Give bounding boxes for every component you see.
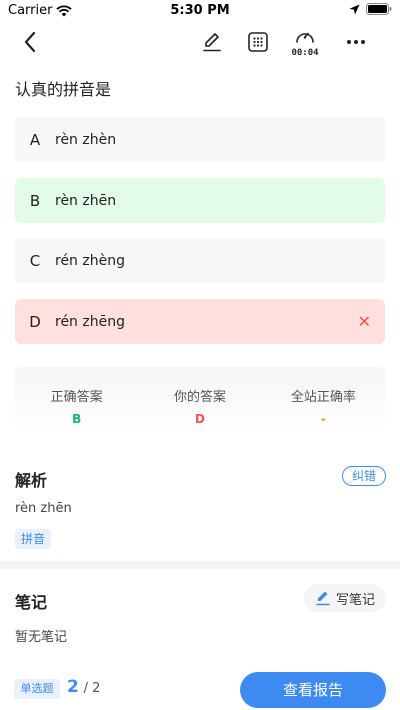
report-error-button[interactable]: 纠错	[342, 466, 386, 486]
stat-label: 正确答案	[50, 390, 103, 405]
your-answer-value: D	[195, 412, 205, 426]
edit-pen-icon	[203, 33, 221, 52]
nav-bar: 00:04	[0, 22, 400, 62]
option-b[interactable]: B rèn zhēn	[15, 178, 385, 223]
current-question-number: 2	[67, 677, 79, 697]
question-type-tag: 单选题	[14, 679, 60, 699]
stat-label: 你的答案	[173, 390, 226, 405]
notes-empty-text: 暂无笔记	[15, 630, 68, 645]
accuracy-rate-stat: 全站正确率 -	[262, 367, 385, 437]
correct-answer-stat: 正确答案 B	[15, 367, 138, 437]
write-note-label: 写笔记	[335, 592, 375, 608]
answer-sheet-grid-icon	[248, 32, 268, 52]
option-text: rén zhēng	[55, 313, 125, 330]
option-letter: A	[29, 130, 41, 149]
analysis-text: rèn zhēn	[15, 501, 72, 516]
total-question-count: / 2	[83, 681, 101, 696]
bottom-bar: 单选题 2 / 2 查看报告	[0, 668, 400, 710]
more-button[interactable]	[342, 28, 370, 56]
edit-button[interactable]	[198, 28, 226, 56]
timer-button[interactable]: 00:04	[291, 28, 319, 58]
accuracy-rate-value: -	[320, 412, 326, 426]
timer-readout: 00:04	[291, 48, 319, 58]
status-bar: Carrier 5:30 PM	[0, 0, 400, 22]
option-text: rén zhèng	[55, 252, 125, 269]
section-divider	[0, 561, 400, 569]
question-text: 认真的拼音是	[15, 80, 112, 99]
analysis-title: 解析	[15, 471, 48, 490]
option-letter: B	[29, 191, 41, 210]
correct-answer-value: B	[72, 412, 82, 426]
notes-title: 笔记	[15, 593, 48, 612]
status-right	[349, 3, 392, 15]
write-note-button[interactable]: 写笔记	[304, 584, 386, 612]
question-progress[interactable]: 2 / 2	[67, 677, 100, 697]
option-letter: D	[29, 312, 41, 331]
back-chevron-icon	[24, 31, 36, 53]
battery-icon	[366, 3, 392, 15]
location-arrow-icon	[349, 4, 360, 14]
answer-stats: 正确答案 B 你的答案 D 全站正确率 -	[15, 367, 385, 437]
option-c[interactable]: C rén zhèng	[15, 238, 385, 283]
your-answer-stat: 你的答案 D	[138, 367, 261, 437]
option-text: rèn zhēn	[55, 192, 117, 209]
status-time: 5:30 PM	[170, 3, 230, 18]
knowledge-tag[interactable]: 拼音	[15, 529, 51, 549]
stat-label: 全站正确率	[290, 390, 356, 405]
back-button[interactable]	[16, 28, 44, 56]
option-d[interactable]: D rén zhēng ✕	[15, 299, 385, 344]
wrong-cross-icon: ✕	[357, 312, 371, 331]
option-a[interactable]: A rèn zhèn	[15, 117, 385, 162]
timer-icon	[296, 32, 314, 43]
write-pen-icon	[316, 591, 330, 606]
option-letter: C	[29, 251, 41, 270]
view-report-button[interactable]: 查看报告	[240, 672, 386, 708]
option-text: rèn zhèn	[55, 131, 117, 148]
answer-sheet-button[interactable]	[244, 28, 272, 56]
more-icon	[347, 40, 365, 44]
